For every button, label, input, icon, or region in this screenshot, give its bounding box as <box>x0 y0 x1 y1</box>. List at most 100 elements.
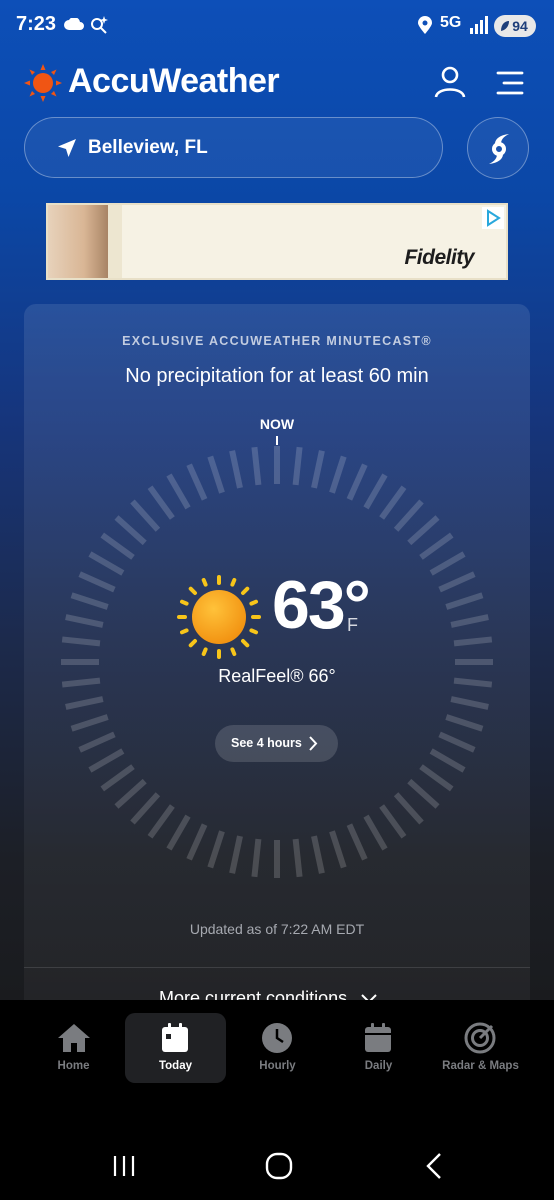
dial-tick <box>114 778 147 809</box>
dial-tick <box>346 823 368 861</box>
battery-level: 94 <box>512 18 528 34</box>
battery-indicator: 94 <box>494 15 536 37</box>
dial-tick <box>292 446 303 486</box>
ad-banner[interactable]: Fidelity <box>46 203 508 280</box>
home-icon <box>58 1024 90 1052</box>
card-divider <box>24 967 530 968</box>
temperature-unit: F <box>347 615 358 635</box>
dial-tick <box>147 485 175 520</box>
now-label: NOW <box>259 416 295 432</box>
dial-tick <box>407 778 440 809</box>
dial-tick <box>88 748 125 773</box>
dial-tick <box>78 571 116 593</box>
dial-tick <box>229 450 243 489</box>
location-arrow-icon <box>58 139 76 157</box>
dial-tick <box>100 532 135 560</box>
dial-tick <box>207 830 225 869</box>
dial-tick <box>419 532 454 560</box>
nav-label: Radar & Maps <box>442 1060 519 1072</box>
brand-name[interactable]: AccuWeather <box>68 62 280 101</box>
dial-tick <box>438 731 476 753</box>
dial-tick <box>329 455 347 494</box>
hurricane-button[interactable] <box>467 117 529 179</box>
sun-icon <box>177 575 261 659</box>
search-sparkle-icon <box>91 16 108 34</box>
dial-tick <box>450 696 489 710</box>
dial-tick <box>130 792 161 825</box>
status-bar: 7:23 5G 94 <box>0 0 554 50</box>
ad-choices-icon[interactable] <box>482 207 504 229</box>
dial-tick <box>78 731 116 753</box>
system-nav <box>0 1110 554 1200</box>
dial-tick <box>147 804 175 839</box>
dial-tick <box>292 838 303 878</box>
dial-tick <box>429 551 466 576</box>
dial-tick <box>166 473 191 510</box>
dial-tick <box>65 696 104 710</box>
dial-tick <box>393 499 424 532</box>
hurricane-icon <box>489 134 509 164</box>
dial-tick <box>363 814 388 851</box>
see-hours-label: See 4 hours <box>231 736 302 750</box>
home-circle-icon[interactable] <box>265 1152 293 1180</box>
dial-tick <box>453 636 493 647</box>
nav-home[interactable]: Home <box>23 1013 124 1083</box>
nav-hourly[interactable]: Hourly <box>227 1013 328 1083</box>
location-name: Belleview, FL <box>88 137 208 158</box>
sun-logo-icon[interactable] <box>24 64 62 102</box>
dial-tick <box>329 830 347 869</box>
dial-tick <box>363 473 388 510</box>
dial-tick <box>186 823 208 861</box>
dial-tick <box>429 748 466 773</box>
nav-today[interactable]: Today <box>125 1013 226 1083</box>
minutecast-card: EXCLUSIVE ACCUWEATHER MINUTECAST® No pre… <box>24 304 530 1024</box>
back-icon[interactable] <box>424 1152 444 1180</box>
dial-tick <box>207 455 225 494</box>
dial-tick <box>70 592 109 610</box>
status-time: 7:23 <box>16 13 57 35</box>
dial-tick <box>450 614 489 628</box>
nav-radar-maps[interactable]: Radar & Maps <box>430 1013 531 1083</box>
account-icon[interactable] <box>432 64 468 100</box>
dial-tick <box>251 838 262 878</box>
dial-tick <box>379 485 407 520</box>
recents-icon[interactable] <box>112 1154 136 1178</box>
dial-tick <box>229 835 243 874</box>
dial-tick <box>379 804 407 839</box>
nav-label: Hourly <box>259 1060 296 1072</box>
dial-tick <box>311 835 325 874</box>
updated-timestamp: Updated as of 7:22 AM EDT <box>189 921 365 937</box>
dial-tick <box>130 499 161 532</box>
dial-tick <box>407 515 440 546</box>
dial-tick <box>311 450 325 489</box>
dial-tick <box>393 792 424 825</box>
ad-divider <box>108 205 122 278</box>
ad-brand: Fidelity <box>404 246 474 269</box>
see-hours-button[interactable]: See 4 hours <box>215 725 338 762</box>
signal-icon <box>470 16 488 34</box>
chevron-right-icon <box>309 736 318 751</box>
dial-tick <box>100 764 135 792</box>
nav-label: Today <box>158 1060 192 1072</box>
dial-tick <box>445 592 484 610</box>
location-icon <box>418 16 432 34</box>
dial-tick <box>419 764 454 792</box>
radar-icon <box>464 1022 496 1054</box>
dial-tick <box>445 714 484 732</box>
dial-tick <box>70 714 109 732</box>
battery-saver-icon <box>501 21 509 31</box>
menu-icon[interactable] <box>495 70 525 96</box>
dial-tick <box>251 446 262 486</box>
nav-label: Home <box>57 1060 90 1072</box>
ad-photo <box>48 205 108 278</box>
realfeel-value: RealFeel® 66° <box>218 666 336 686</box>
dial-tick <box>61 636 101 647</box>
calendar-icon <box>365 1023 391 1052</box>
location-selector[interactable]: Belleview, FL <box>24 117 443 178</box>
dial-tick <box>88 551 125 576</box>
bottom-nav: Home Today Hourly Daily Radar & Maps <box>0 1000 554 1110</box>
dial-tick <box>166 814 191 851</box>
nav-daily[interactable]: Daily <box>328 1013 429 1083</box>
nav-label: Daily <box>364 1060 393 1072</box>
dial-tick <box>114 515 147 546</box>
